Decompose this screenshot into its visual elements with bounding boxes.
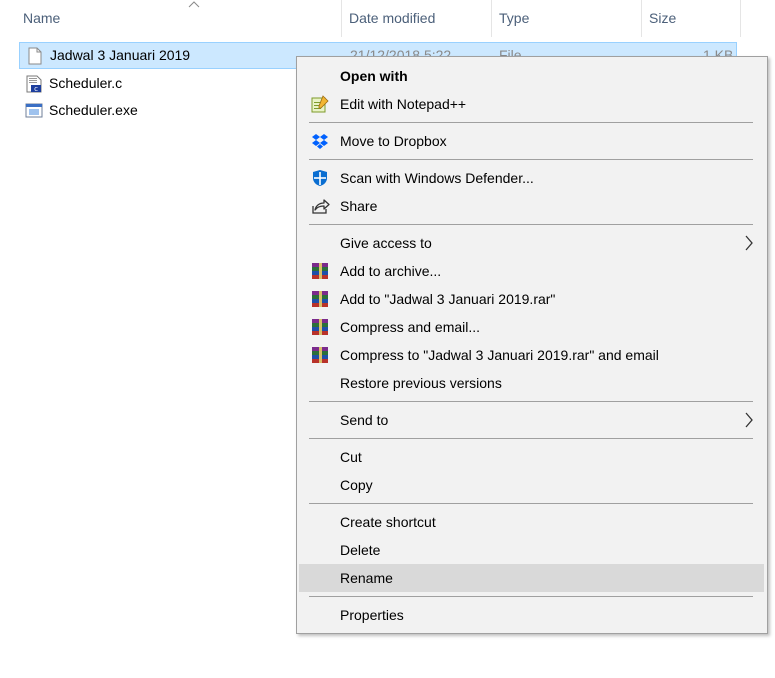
- column-header-type[interactable]: Type: [491, 0, 642, 37]
- menu-item-label: Compress and email...: [340, 319, 481, 335]
- context-menu: Open with Edit with Notepad++ Move to Dr…: [296, 56, 768, 634]
- menu-item-label: Compress to "Jadwal 3 Januari 2019.rar" …: [340, 347, 659, 363]
- menu-item-properties[interactable]: Properties: [299, 601, 764, 629]
- menu-separator: [309, 401, 753, 402]
- menu-item-add-to-rar[interactable]: Add to "Jadwal 3 Januari 2019.rar": [299, 285, 764, 313]
- menu-item-compress-and-email[interactable]: Compress and email...: [299, 313, 764, 341]
- windows-defender-icon: [313, 170, 327, 186]
- menu-item-add-to-archive[interactable]: Add to archive...: [299, 257, 764, 285]
- sort-ascending-icon: [188, 1, 200, 8]
- menu-item-compress-to-rar-and-email[interactable]: Compress to "Jadwal 3 Januari 2019.rar" …: [299, 341, 764, 369]
- winrar-icon: [312, 319, 328, 335]
- file-name: Jadwal 3 Januari 2019: [50, 47, 191, 63]
- share-icon: [312, 199, 330, 214]
- chevron-right-icon: [745, 412, 753, 428]
- blank-file-icon: [28, 47, 42, 65]
- c-source-file-icon: c: [26, 75, 42, 93]
- winrar-icon: [312, 291, 328, 307]
- menu-item-move-to-dropbox[interactable]: Move to Dropbox: [299, 127, 764, 155]
- file-name: Scheduler.c: [49, 75, 123, 91]
- menu-item-label: Open with: [340, 68, 408, 84]
- menu-item-label: Edit with Notepad++: [340, 96, 467, 112]
- menu-item-label: Move to Dropbox: [340, 133, 447, 149]
- menu-item-label: Rename: [340, 570, 393, 586]
- menu-item-delete[interactable]: Delete: [299, 536, 764, 564]
- column-header-name[interactable]: Name: [15, 0, 342, 37]
- exe-file-icon: [25, 103, 43, 118]
- menu-item-restore-previous-versions[interactable]: Restore previous versions: [299, 369, 764, 397]
- menu-item-scan-with-windows-defender[interactable]: Scan with Windows Defender...: [299, 164, 764, 192]
- menu-separator: [309, 503, 753, 504]
- menu-item-label: Copy: [340, 477, 373, 493]
- column-header-size-label: Size: [649, 10, 677, 26]
- column-header-date-label: Date modified: [349, 10, 436, 26]
- menu-separator: [309, 596, 753, 597]
- menu-separator: [309, 159, 753, 160]
- menu-item-label: Give access to: [340, 235, 432, 251]
- menu-item-give-access-to[interactable]: Give access to: [299, 229, 764, 257]
- menu-separator: [309, 224, 753, 225]
- winrar-icon: [312, 263, 328, 279]
- file-name: Scheduler.exe: [49, 102, 138, 118]
- menu-item-open-with[interactable]: Open with: [299, 62, 764, 90]
- menu-item-label: Properties: [340, 607, 404, 623]
- menu-item-rename[interactable]: Rename: [299, 564, 764, 592]
- column-header-name-label: Name: [23, 10, 61, 26]
- chevron-right-icon: [745, 235, 753, 251]
- menu-item-label: Add to "Jadwal 3 Januari 2019.rar": [340, 291, 556, 307]
- column-header-type-label: Type: [499, 10, 530, 26]
- menu-item-label: Delete: [340, 542, 381, 558]
- notepadpp-icon: [311, 95, 329, 113]
- menu-item-copy[interactable]: Copy: [299, 471, 764, 499]
- menu-item-label: Send to: [340, 412, 389, 428]
- menu-item-send-to[interactable]: Send to: [299, 406, 764, 434]
- menu-item-label: Create shortcut: [340, 514, 436, 530]
- menu-item-label: Scan with Windows Defender...: [340, 170, 534, 186]
- menu-item-create-shortcut[interactable]: Create shortcut: [299, 508, 764, 536]
- column-header-size[interactable]: Size: [641, 0, 741, 37]
- menu-item-edit-with-notepadpp[interactable]: Edit with Notepad++: [299, 90, 764, 118]
- column-header-date-modified[interactable]: Date modified: [341, 0, 492, 37]
- winrar-icon: [312, 347, 328, 363]
- menu-item-label: Cut: [340, 449, 362, 465]
- menu-separator: [309, 122, 753, 123]
- menu-item-label: Add to archive...: [340, 263, 442, 279]
- menu-item-label: Share: [340, 198, 378, 214]
- dropbox-icon: [312, 134, 328, 149]
- menu-item-share[interactable]: Share: [299, 192, 764, 220]
- svg-text:c: c: [34, 85, 38, 93]
- menu-separator: [309, 438, 753, 439]
- menu-item-label: Restore previous versions: [340, 375, 502, 391]
- menu-item-cut[interactable]: Cut: [299, 443, 764, 471]
